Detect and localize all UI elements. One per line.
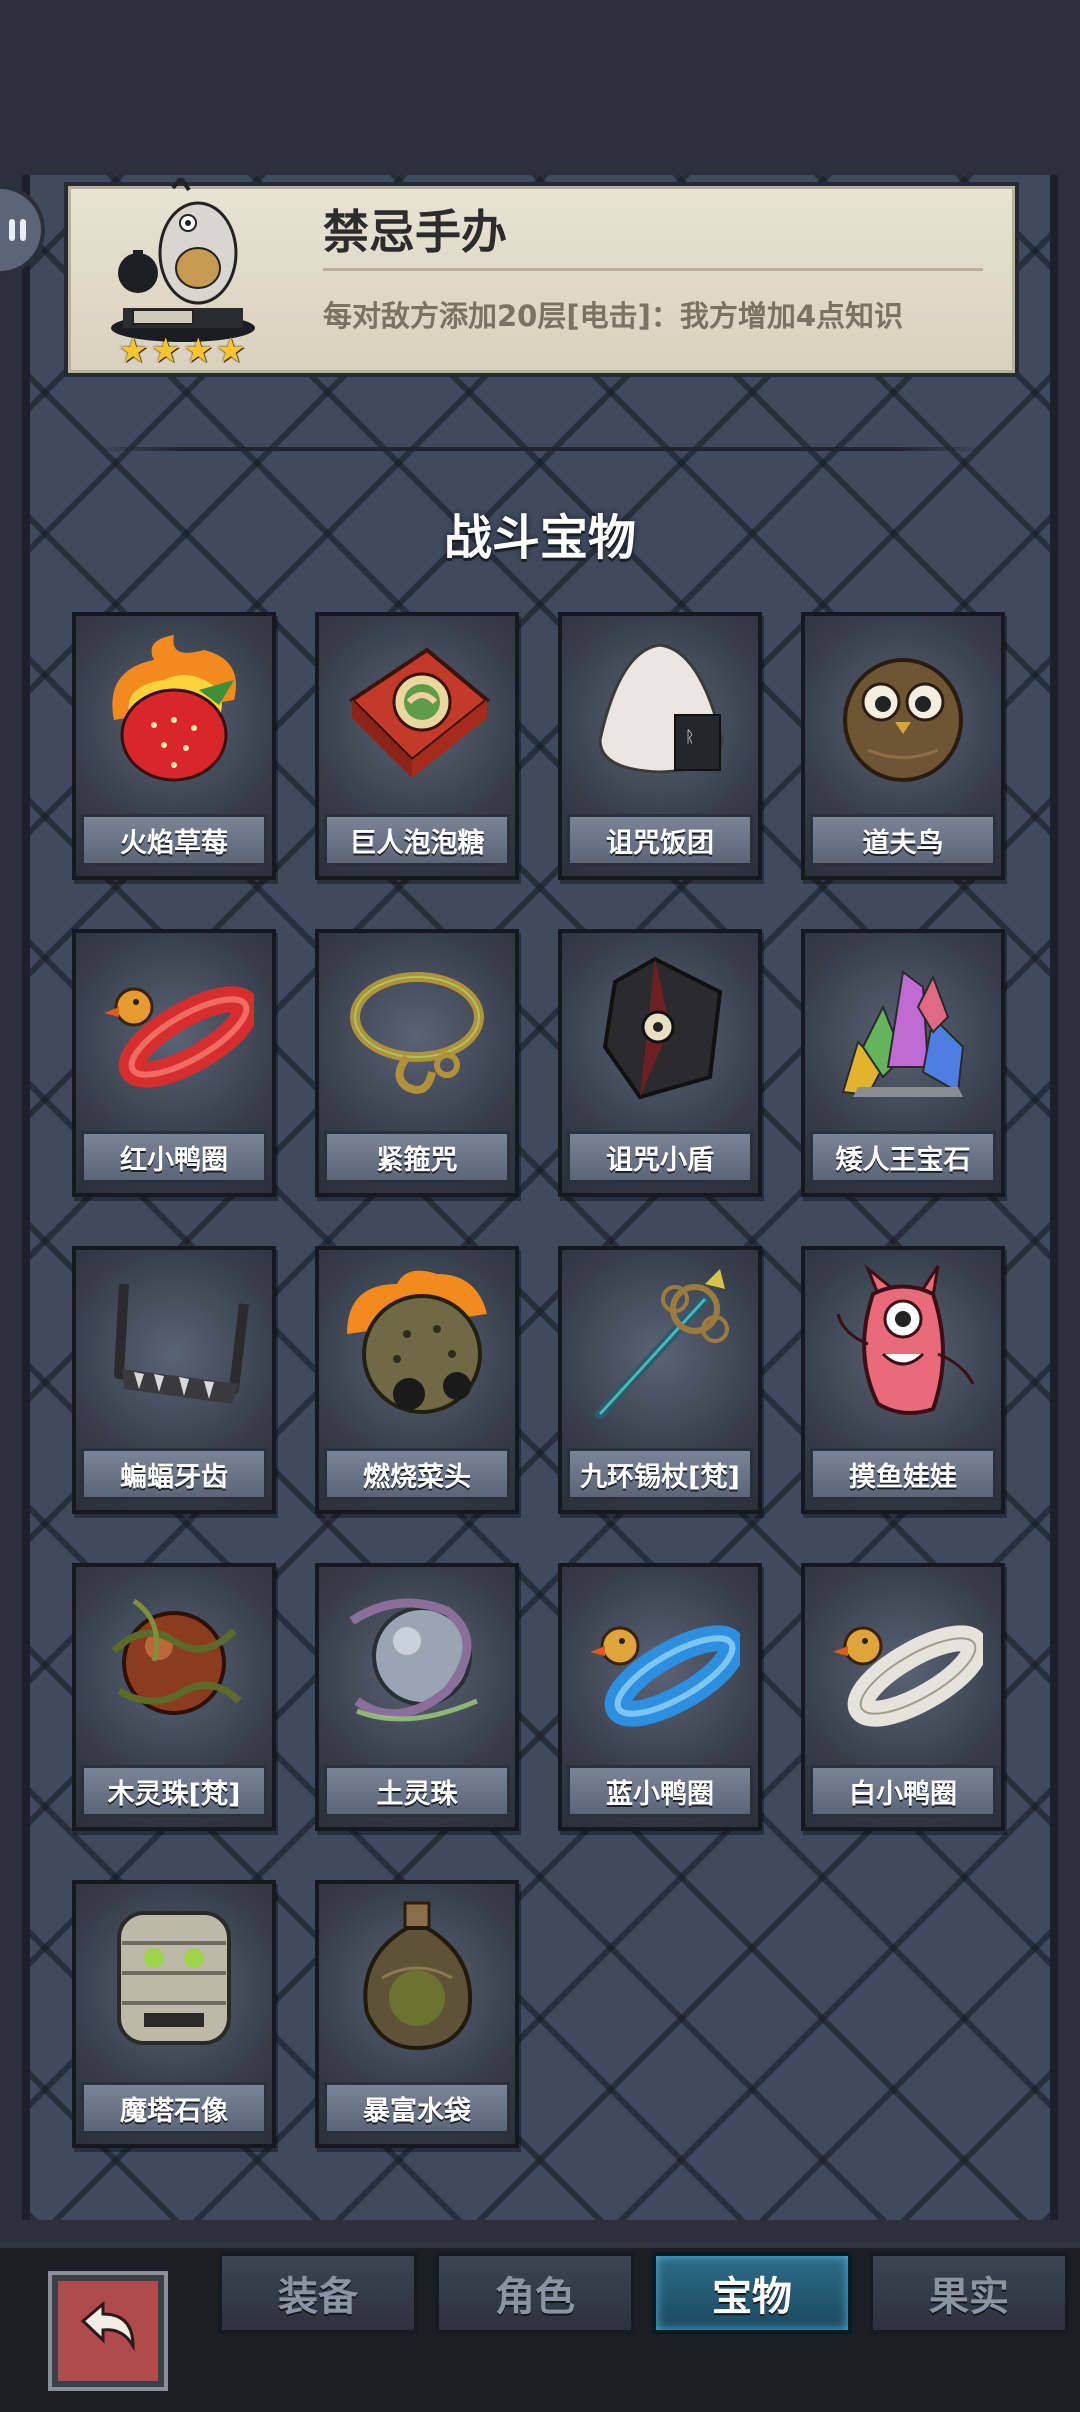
treasure-item[interactable]: 土灵珠 bbox=[315, 1563, 519, 1831]
treasure-item[interactable]: 白小鸭圈 bbox=[801, 1563, 1005, 1831]
screen: ★ ★ ★ ★ 禁忌手办 每对敌方添加20层[电击]：我方增加4点知识 战斗宝物… bbox=[0, 0, 1080, 2412]
item-label: 木灵珠[梵] bbox=[81, 1765, 267, 1817]
treasure-item[interactable]: 九环锡杖[梵] bbox=[558, 1246, 762, 1514]
treasure-item[interactable]: 燃烧菜头 bbox=[315, 1246, 519, 1514]
water-pouch-icon bbox=[363, 1901, 472, 2051]
cursed-riceball-icon: ᚱ bbox=[598, 643, 724, 774]
back-arrow-icon bbox=[80, 2300, 135, 2352]
item-label: 九环锡杖[梵] bbox=[567, 1448, 753, 1500]
item-description: 每对敌方添加20层[电击]：我方增加4点知识 bbox=[323, 299, 904, 333]
dwarf-gems-icon bbox=[841, 970, 965, 1097]
forbidden-figurine-icon bbox=[111, 178, 255, 342]
item-label: 暴富水袋 bbox=[324, 2082, 510, 2134]
treasure-item[interactable]: 道夫鸟 bbox=[801, 612, 1005, 880]
item-label: 魔塔石像 bbox=[81, 2082, 267, 2134]
item-label: 蝙蝠牙齿 bbox=[81, 1448, 267, 1500]
item-label: 道夫鸟 bbox=[810, 814, 996, 866]
treasure-item[interactable]: 火焰草莓 bbox=[72, 612, 276, 880]
item-title: 禁忌手办 bbox=[323, 205, 507, 259]
item-label: 巨人泡泡糖 bbox=[324, 814, 510, 866]
treasure-item[interactable]: 暴富水袋 bbox=[315, 1880, 519, 2148]
flame-strawberry-icon bbox=[112, 635, 236, 782]
star-rating: ★ ★ ★ ★ bbox=[118, 334, 246, 368]
item-label: 诅咒饭团 bbox=[567, 814, 753, 866]
grip-bar-icon bbox=[9, 219, 15, 241]
back-button[interactable] bbox=[48, 2271, 168, 2391]
golden-headband-icon bbox=[350, 972, 484, 1094]
item-label: 白小鸭圈 bbox=[810, 1765, 996, 1817]
tab-fruit[interactable]: 果实 bbox=[869, 2252, 1069, 2334]
blue-duck-ring-icon bbox=[590, 1625, 740, 1727]
white-duck-ring-icon bbox=[833, 1625, 983, 1727]
treasure-item[interactable]: ᚱ 诅咒饭团 bbox=[558, 612, 762, 880]
treasure-item[interactable]: 蓝小鸭圈 bbox=[558, 1563, 762, 1831]
grip-bar-icon bbox=[20, 219, 26, 241]
star-icon: ★ bbox=[182, 331, 214, 371]
star-icon: ★ bbox=[215, 331, 246, 371]
treasure-item[interactable]: 蝙蝠牙齿 bbox=[72, 1246, 276, 1514]
treasure-item[interactable]: 魔塔石像 bbox=[72, 1880, 276, 2148]
tab-equipment[interactable]: 装备 bbox=[218, 2252, 418, 2334]
item-label: 摸鱼娃娃 bbox=[810, 1448, 996, 1500]
owl-icon bbox=[843, 658, 963, 782]
earth-orb-icon bbox=[349, 1598, 478, 1722]
wood-orb-icon bbox=[111, 1598, 242, 1715]
cursed-shield-icon bbox=[602, 956, 723, 1100]
treasure-item[interactable]: 木灵珠[梵] bbox=[72, 1563, 276, 1831]
treasure-item[interactable]: 矮人王宝石 bbox=[801, 929, 1005, 1197]
tab-treasure[interactable]: 宝物 bbox=[652, 2252, 852, 2334]
section-divider bbox=[95, 447, 985, 451]
bat-fang-icon bbox=[114, 1283, 249, 1404]
svg-text:ᚱ: ᚱ bbox=[685, 727, 695, 746]
item-label: 燃烧菜头 bbox=[324, 1448, 510, 1500]
item-detail-card: ★ ★ ★ ★ 禁忌手办 每对敌方添加20层[电击]：我方增加4点知识 bbox=[64, 178, 1019, 377]
nine-ring-staff-icon bbox=[595, 1269, 729, 1419]
star-icon: ★ bbox=[118, 331, 149, 371]
star-icon: ★ bbox=[150, 331, 181, 371]
tower-statue-icon bbox=[117, 1911, 231, 2045]
item-label: 蓝小鸭圈 bbox=[567, 1765, 753, 1817]
item-label: 紧箍咒 bbox=[324, 1131, 510, 1183]
treasure-item[interactable]: 摸鱼娃娃 bbox=[801, 1246, 1005, 1514]
giant-bubblegum-icon bbox=[348, 647, 491, 778]
item-label: 矮人王宝石 bbox=[810, 1131, 996, 1183]
item-label: 火焰草莓 bbox=[81, 814, 267, 866]
treasure-item[interactable]: 紧箍咒 bbox=[315, 929, 519, 1197]
section-title: 战斗宝物 bbox=[443, 510, 636, 566]
item-label: 诅咒小盾 bbox=[567, 1131, 753, 1183]
treasure-item[interactable]: 诅咒小盾 bbox=[558, 929, 762, 1197]
item-label: 红小鸭圈 bbox=[81, 1131, 267, 1183]
burning-bomb-icon bbox=[347, 1270, 487, 1414]
treasure-item[interactable]: 巨人泡泡糖 bbox=[315, 612, 519, 880]
title-divider bbox=[323, 268, 983, 271]
pink-doll-icon bbox=[836, 1264, 975, 1415]
treasure-item[interactable]: 红小鸭圈 bbox=[72, 929, 276, 1197]
item-label: 土灵珠 bbox=[324, 1765, 510, 1817]
red-duck-ring-icon bbox=[104, 986, 254, 1088]
tab-character[interactable]: 角色 bbox=[435, 2252, 635, 2334]
